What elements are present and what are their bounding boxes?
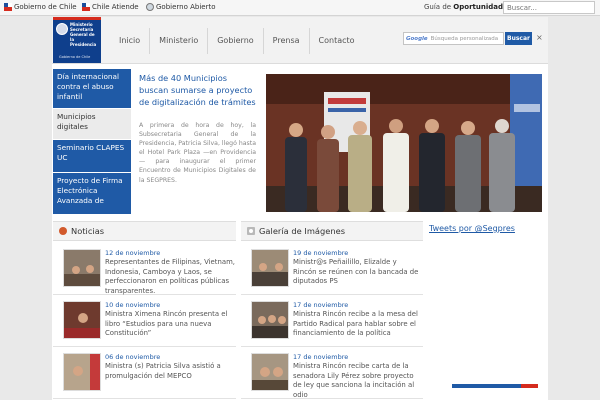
logo-text: Ministerio Secretaría General de la Pres… xyxy=(70,22,97,47)
thumb-illustration xyxy=(64,354,100,390)
gallery-date[interactable]: 17 de noviembre xyxy=(293,353,348,361)
menu-item-municipios-digitales[interactable]: Municipios digitales xyxy=(53,109,131,140)
featured-title[interactable]: Más de 40 Municipios buscan sumarse a pr… xyxy=(139,72,256,108)
segpres-logo[interactable]: Ministerio Secretaría General de la Pres… xyxy=(53,17,101,63)
thumb-illustration xyxy=(252,302,288,338)
main-container: Ministerio Secretaría General de la Pres… xyxy=(52,17,548,400)
logo-subtitle: Gobierno de Chile xyxy=(59,55,91,59)
list-item[interactable]: 10 de noviembre Ministra Ximena Rincón p… xyxy=(53,295,236,347)
tweets-link[interactable]: Tweets por @Segpres xyxy=(429,224,515,233)
news-thumbnail[interactable] xyxy=(63,353,101,391)
news-date[interactable]: 12 de noviembre xyxy=(105,249,160,257)
noticias-title: Noticias xyxy=(71,226,105,236)
list-item[interactable]: 17 de noviembre Ministra Rincón recibe c… xyxy=(241,347,423,399)
featured-photo[interactable] xyxy=(266,74,542,212)
thumb-illustration xyxy=(64,250,100,286)
gov-top-bar: Gobierno de Chile Chile Atiende Gobierno… xyxy=(0,0,600,16)
galeria-list: 19 de noviembre Ministr@s Peñailillo, El… xyxy=(241,243,423,399)
galeria-title: Galería de Imágenes xyxy=(259,226,346,236)
list-item[interactable]: 06 de noviembre Ministra (s) Patricia Si… xyxy=(53,347,236,399)
thumb-illustration xyxy=(252,354,288,390)
news-date[interactable]: 10 de noviembre xyxy=(105,301,160,309)
news-text[interactable]: Representantes de Filipinas, Vietnam, In… xyxy=(105,258,235,296)
nav-ministerio[interactable]: Ministerio xyxy=(149,28,207,54)
decorative-color-bar xyxy=(452,384,538,388)
news-thumbnail[interactable] xyxy=(63,301,101,339)
search-placeholder: Búsqueda personalizada xyxy=(430,35,499,42)
menu-item-firma-electronica[interactable]: Proyecto de Firma Electrónica Avanzada d… xyxy=(53,173,131,215)
news-text[interactable]: Ministra (s) Patricia Silva asistió a pr… xyxy=(105,362,235,381)
gallery-thumbnail[interactable] xyxy=(251,353,289,391)
list-item[interactable]: 19 de noviembre Ministr@s Peñailillo, El… xyxy=(241,243,423,295)
featured-menu: Día internacional contra el abuso infant… xyxy=(53,69,131,215)
noticias-list: 12 de noviembre Representantes de Filipi… xyxy=(53,243,236,399)
list-item[interactable]: 12 de noviembre Representantes de Filipi… xyxy=(53,243,236,295)
menu-item-seminario-clapes[interactable]: Seminario CLAPES UC xyxy=(53,140,131,173)
top-search-input[interactable] xyxy=(503,1,595,14)
noticias-header: Noticias xyxy=(53,221,236,241)
logo-stripe xyxy=(53,17,101,20)
google-search-input[interactable]: Google Búsqueda personalizada xyxy=(403,32,504,45)
nav-inicio[interactable]: Inicio xyxy=(110,28,149,54)
menu-item-abuso-infantil[interactable]: Día internacional contra el abuso infant… xyxy=(53,69,131,109)
gobierno-de-chile-link[interactable]: Gobierno de Chile xyxy=(4,3,77,11)
chile-atiende-link[interactable]: Chile Atiende xyxy=(82,3,139,11)
guia-oportunidades-link[interactable]: Guía de Oportunidades xyxy=(424,3,512,11)
site-header: Ministerio Secretaría General de la Pres… xyxy=(52,17,548,64)
gallery-date[interactable]: 19 de noviembre xyxy=(293,249,348,257)
chile-flag-icon xyxy=(4,3,12,11)
gallery-thumbnail[interactable] xyxy=(251,301,289,339)
news-text[interactable]: Ministra Ximena Rincón presenta el libro… xyxy=(105,310,235,339)
thumb-illustration xyxy=(252,250,288,286)
featured-body: A primera de hora de hoy, la Subsecretar… xyxy=(139,122,256,184)
nav-contacto[interactable]: Contacto xyxy=(308,28,364,54)
gallery-date[interactable]: 17 de noviembre xyxy=(293,301,348,309)
nav-gobierno[interactable]: Gobierno xyxy=(207,28,262,54)
chile-flag-icon xyxy=(82,3,90,11)
gallery-text[interactable]: Ministra Rincón recibe a la mesa del Par… xyxy=(293,310,421,339)
coat-of-arms-icon xyxy=(56,23,68,35)
group-photo-illustration xyxy=(266,74,542,212)
gobierno-abierto-link[interactable]: Gobierno Abierto xyxy=(146,3,216,11)
news-thumbnail[interactable] xyxy=(63,249,101,287)
rss-icon[interactable] xyxy=(59,227,67,235)
gallery-text[interactable]: Ministr@s Peñailillo, Elizalde y Rincón … xyxy=(293,258,421,287)
galeria-header: Galería de Imágenes xyxy=(241,221,423,241)
camera-icon xyxy=(247,227,255,235)
search-button[interactable]: Buscar xyxy=(505,32,532,45)
list-item[interactable]: 17 de noviembre Ministra Rincón recibe a… xyxy=(241,295,423,347)
globe-icon xyxy=(146,3,154,11)
main-nav: Inicio Ministerio Gobierno Prensa Contac… xyxy=(110,28,364,54)
thumb-illustration xyxy=(64,302,100,338)
google-label: Google xyxy=(406,35,428,42)
nav-prensa[interactable]: Prensa xyxy=(262,28,309,54)
news-date[interactable]: 06 de noviembre xyxy=(105,353,160,361)
gallery-thumbnail[interactable] xyxy=(251,249,289,287)
close-icon[interactable]: × xyxy=(536,33,543,43)
gallery-text[interactable]: Ministra Rincón recibe carta de la senad… xyxy=(293,362,421,400)
featured-story: Más de 40 Municipios buscan sumarse a pr… xyxy=(139,72,256,185)
